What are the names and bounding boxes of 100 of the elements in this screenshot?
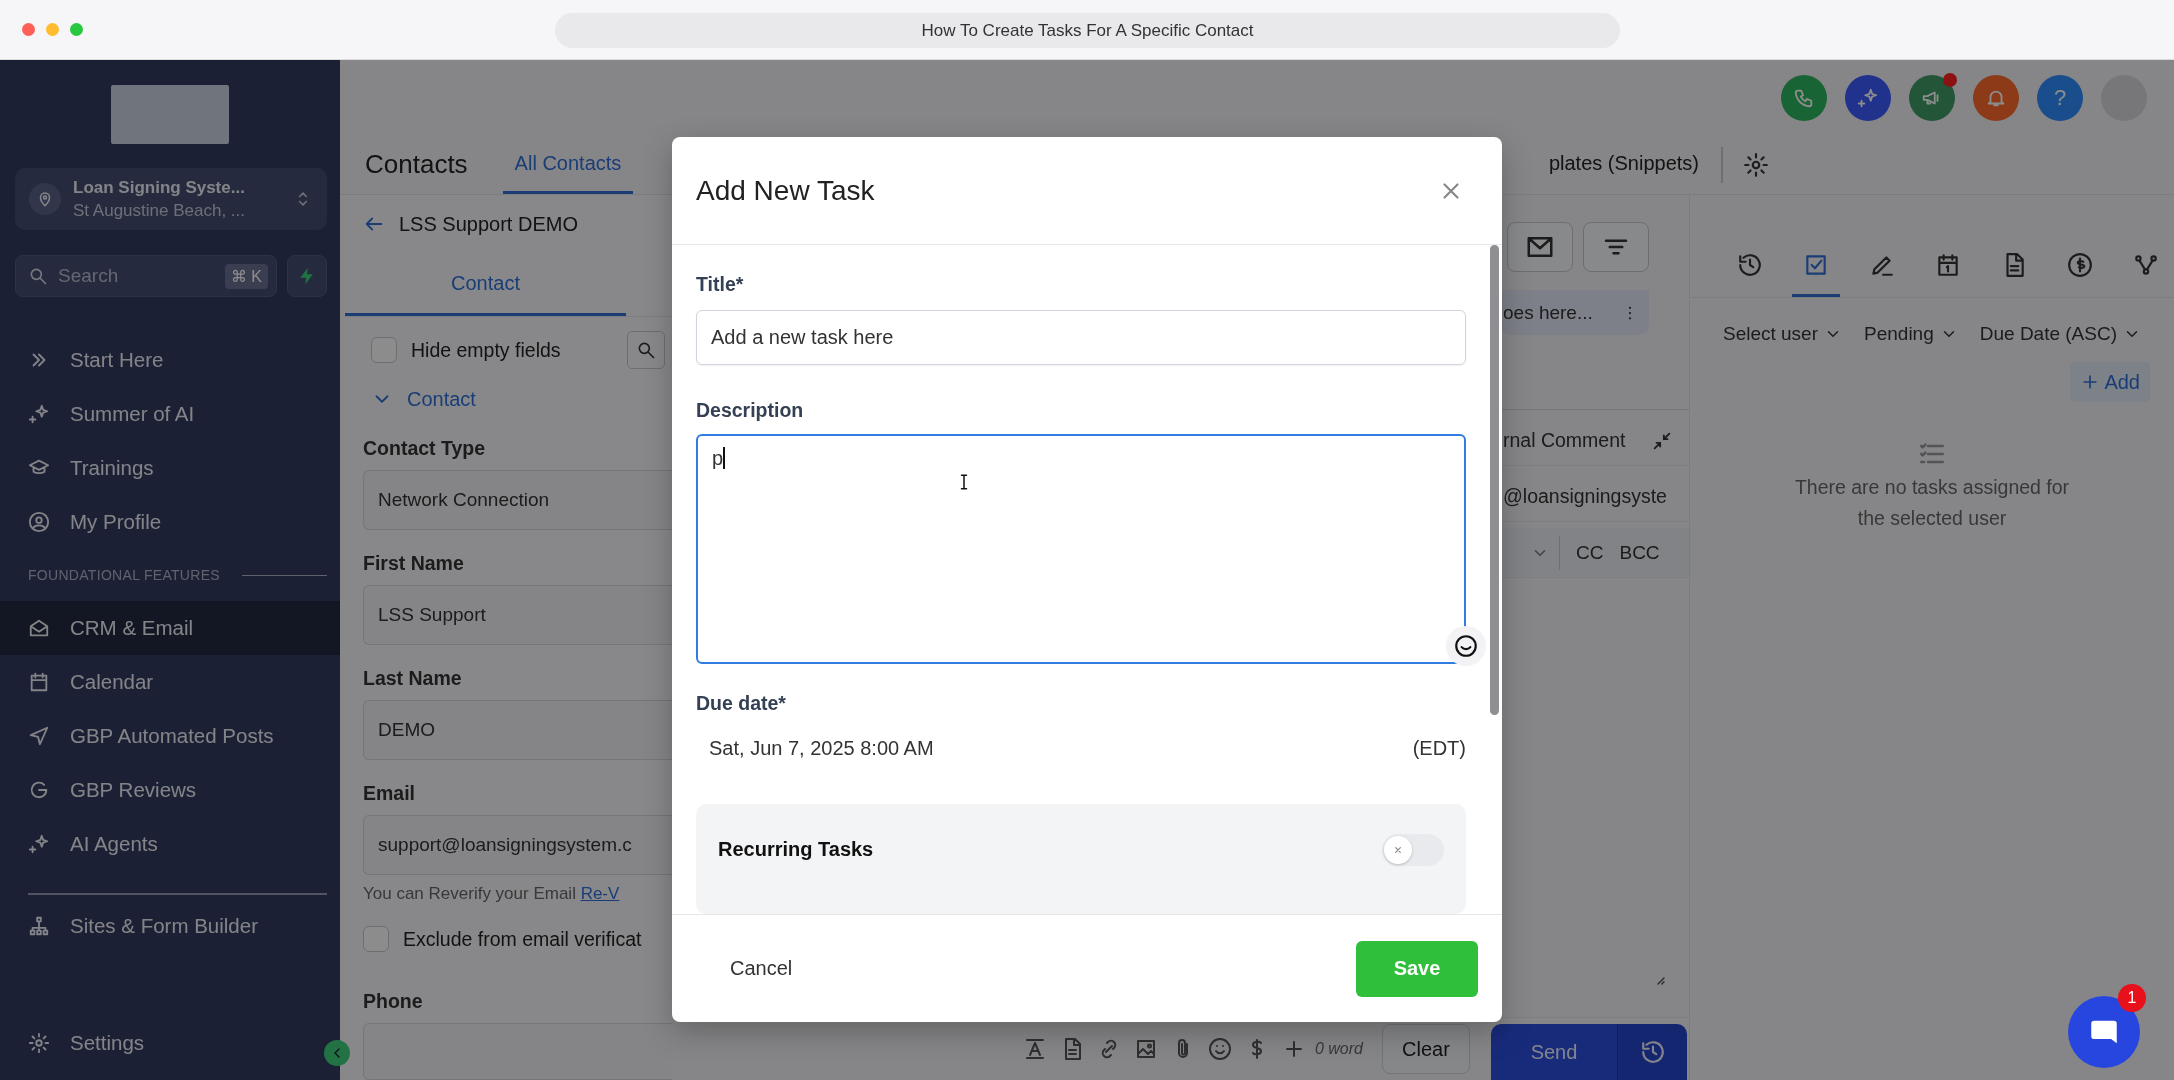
add-task-button[interactable]: Add — [2070, 362, 2150, 402]
shortcut-hint: ⌘ K — [224, 263, 268, 289]
clock-icon — [1639, 1039, 1666, 1065]
minimize-window-dot[interactable] — [46, 23, 59, 36]
section-label: FOUNDATIONAL FEATURES — [28, 567, 220, 583]
reverify-hint: You can Reverify your Email Re-V — [362, 884, 621, 905]
filter-dropdown[interactable]: Select user — [1722, 323, 1842, 345]
ai-button[interactable] — [1845, 74, 1891, 121]
message-text: oes here... — [1503, 301, 1593, 324]
sidebar-item[interactable]: Summer of AI — [0, 387, 340, 441]
section-title[interactable]: Contact — [407, 387, 476, 411]
input-field[interactable]: Network Connection — [363, 470, 672, 531]
field-label: Last Name — [363, 667, 463, 691]
sparkle-icon — [28, 403, 50, 425]
toggle-switch[interactable] — [1382, 834, 1444, 866]
sidebar-item-label: Trainings — [70, 456, 154, 480]
sidebar-item[interactable]: Sites & Form Builder — [0, 899, 340, 953]
timezone-label: (EDT) — [1412, 737, 1466, 761]
clear-button[interactable]: Clear — [1382, 1024, 1470, 1074]
sidebar-item-label: AI Agents — [70, 832, 158, 856]
filter-dropdown[interactable]: Pending — [1864, 323, 1958, 345]
from-address: @loansigningsyste — [1503, 485, 1667, 508]
account-switcher[interactable]: Loan Signing Syste... St Augustine Beach, ... — [15, 168, 327, 230]
close-window-dot[interactable] — [22, 23, 35, 36]
sidebar-item[interactable]: Trainings — [0, 441, 340, 495]
quick-action-button[interactable] — [287, 255, 327, 297]
checkbox[interactable] — [371, 337, 397, 364]
help-button[interactable]: ? — [2037, 74, 2083, 121]
sidebar-item-label: My Profile — [70, 510, 162, 534]
page-title: Contacts — [365, 149, 468, 180]
input-field[interactable] — [363, 1023, 672, 1080]
scrollbar[interactable] — [1490, 245, 1499, 715]
tab[interactable]: rnal Comment — [1503, 429, 1626, 452]
field-label: Contact Type — [363, 437, 487, 461]
sparkle-icon — [28, 833, 50, 855]
sidebar-item-label: GBP Reviews — [70, 778, 197, 802]
sidebar-item[interactable]: GBP Automated Posts — [0, 709, 340, 763]
announcements-button[interactable] — [1909, 74, 1955, 121]
sidebar-item-label: Start Here — [70, 348, 164, 372]
filter-button[interactable] — [1583, 222, 1649, 272]
search-input[interactable]: Search — [56, 264, 225, 288]
settings-icon — [28, 1032, 50, 1054]
field-label: Email — [363, 782, 417, 806]
title-input[interactable]: Add a new task here — [696, 310, 1466, 366]
reverify-link[interactable]: Re-V — [580, 884, 620, 904]
maximize-window-dot[interactable] — [70, 23, 83, 36]
field-label: First Name — [363, 552, 465, 576]
save-button[interactable]: Save — [1356, 940, 1478, 997]
schedule-button[interactable] — [1617, 1024, 1687, 1080]
phone-button[interactable] — [1781, 74, 1827, 121]
sidebar-item[interactable]: Start Here — [0, 333, 340, 387]
sidebar-item[interactable]: AI Agents — [0, 817, 340, 871]
calendar-icon — [1935, 251, 1961, 278]
address-bar[interactable]: How To Create Tasks For A Specific Contact — [555, 13, 1620, 48]
sidebar-item[interactable]: My Profile — [0, 495, 340, 549]
search-icon — [28, 266, 48, 286]
assistant-button[interactable] — [1446, 626, 1486, 666]
settings-icon[interactable] — [1743, 151, 1769, 178]
cc-button[interactable]: CC — [1576, 541, 1604, 564]
calendar-icon — [28, 671, 50, 693]
send-button[interactable]: Send — [1491, 1024, 1617, 1080]
sidebar-item[interactable]: CRM & Email — [0, 601, 340, 655]
input-field[interactable]: support@loansigningsystem.c — [363, 815, 672, 876]
cancel-button[interactable]: Cancel — [700, 945, 823, 992]
sidebar-item[interactable]: Calendar — [0, 655, 340, 709]
notifications-button[interactable] — [1973, 74, 2019, 121]
field-label: Title* — [696, 273, 745, 296]
field-label: Phone — [362, 990, 424, 1014]
google-icon — [28, 779, 50, 801]
tab[interactable]: Contact — [345, 253, 626, 317]
tab[interactable]: plates (Snippets) — [1538, 135, 1709, 194]
sparkle-icon — [1857, 86, 1879, 109]
checkbox[interactable] — [363, 926, 389, 953]
field-label: Due date* — [696, 692, 787, 716]
description-text: p — [712, 446, 724, 471]
sidebar-item-label: Summer of AI — [70, 402, 195, 426]
history-icon — [1737, 251, 1763, 278]
sidebar-item-label: CRM & Email — [70, 616, 193, 640]
settings-item[interactable]: Settings — [0, 1016, 169, 1070]
smiley-icon — [1453, 633, 1479, 659]
dialog-title: Add New Task — [696, 174, 875, 207]
checkbox-label: Hide empty fields — [411, 338, 561, 362]
envelope-icon — [28, 617, 50, 639]
input-field[interactable]: LSS Support — [363, 585, 672, 646]
sidebar-item[interactable]: GBP Reviews — [0, 763, 340, 817]
emoji-icon[interactable] — [1207, 1037, 1232, 1061]
account-location: St Augustine Beach, ... — [73, 200, 246, 221]
recurring-label: Recurring Tasks — [718, 838, 874, 861]
search-button[interactable] — [627, 331, 665, 370]
due-date-value: Sat, Jun 7, 2025 8:00 AM — [709, 737, 934, 761]
search-bar[interactable]: Search ⌘ K — [15, 255, 277, 297]
field-label: Description — [696, 399, 805, 423]
checkbox-label: Exclude from email verificat — [403, 927, 642, 951]
filter-dropdown[interactable]: Due Date (ASC) — [1979, 323, 2142, 345]
bcc-button[interactable]: BCC — [1619, 541, 1660, 564]
input-field[interactable]: DEMO — [363, 700, 672, 761]
due-date-field[interactable]: Sat, Jun 7, 2025 8:00 AM (EDT) — [696, 715, 1466, 782]
account-name: Loan Signing Syste... — [73, 177, 246, 198]
sitemap-icon — [28, 915, 50, 937]
email-button[interactable] — [1507, 222, 1573, 272]
